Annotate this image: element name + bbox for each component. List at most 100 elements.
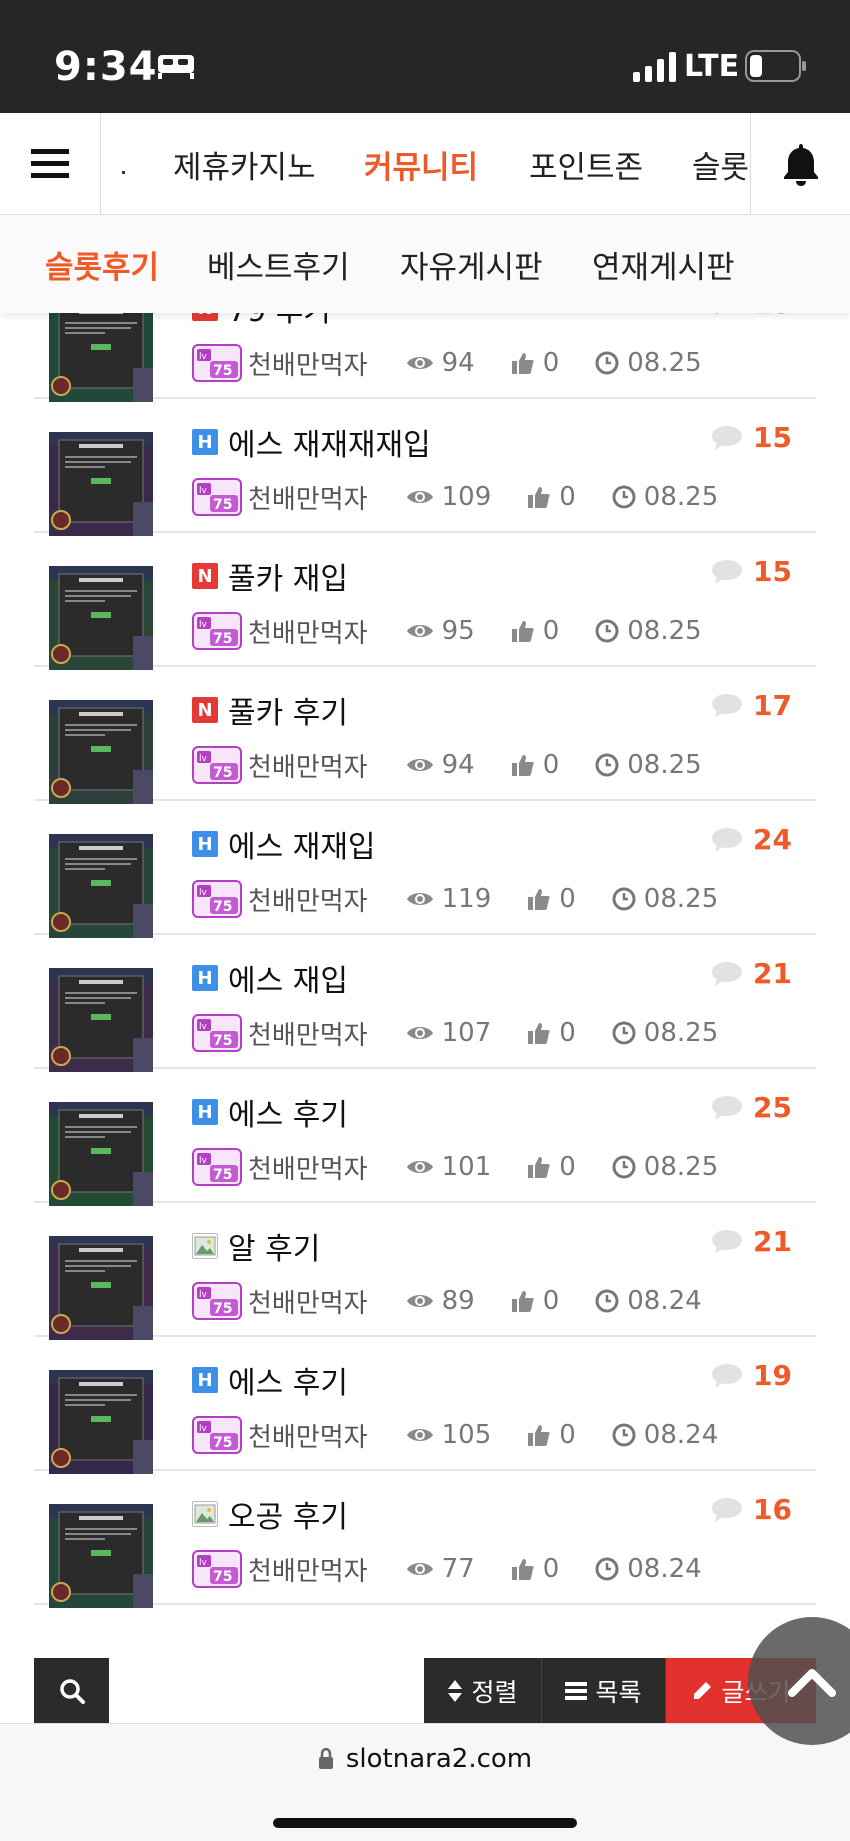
list-button[interactable]: 목록: [542, 1658, 666, 1723]
like-count: 0: [527, 1018, 576, 1048]
post-author[interactable]: 천배만먹자: [248, 1149, 368, 1186]
post-row[interactable]: N 풀카 재입 15 lv 75 천배만먹자 95 0 08.25: [34, 533, 816, 670]
eye-icon: [406, 625, 433, 637]
tab-free-board[interactable]: 자유게시판: [400, 242, 543, 287]
post-row[interactable]: 오공 후기 16 lv 75 천배만먹자 77 0 08.24: [34, 1471, 816, 1608]
view-count-value: 109: [441, 482, 492, 512]
svg-text:75: 75: [213, 1569, 232, 1585]
hot-badge-icon: H: [192, 1367, 218, 1393]
post-thumbnail[interactable]: [49, 298, 153, 402]
post-author[interactable]: 천배만먹자: [248, 747, 368, 784]
post-row[interactable]: N 풀카 후기 17 lv 75 천배만먹자 94 0 08.25: [34, 667, 816, 804]
post-row[interactable]: H 에스 후기 25 lv 75 천배만먹자 101 0 08.25: [34, 1069, 816, 1206]
browser-url-bar[interactable]: slotnara2.com: [0, 1723, 850, 1841]
post-thumbnail[interactable]: [49, 968, 153, 1072]
post-row[interactable]: 알 후기 21 lv 75 천배만먹자 89 0 08.24: [34, 1203, 816, 1340]
svg-text:75: 75: [213, 1167, 232, 1183]
search-button[interactable]: [34, 1658, 109, 1723]
post-thumbnail[interactable]: [49, 432, 153, 536]
post-title-wrap[interactable]: H 에스 재입: [192, 956, 348, 1000]
like-count: 0: [511, 1286, 560, 1316]
level-badge-icon: lv 75: [192, 344, 242, 382]
post-thumbnail[interactable]: [49, 1236, 153, 1340]
post-thumbnail[interactable]: [49, 700, 153, 804]
url-display[interactable]: slotnara2.com: [0, 1744, 850, 1774]
post-title-wrap[interactable]: N 풀카 재입: [192, 554, 348, 598]
post-thumbnail[interactable]: [49, 566, 153, 670]
thumbs-up-icon: [511, 755, 534, 776]
like-count-value: 0: [542, 1286, 560, 1316]
post-title-wrap[interactable]: N 풀카 후기: [192, 688, 348, 732]
notification-button[interactable]: [750, 113, 850, 214]
post-title-wrap[interactable]: 오공 후기: [192, 1492, 348, 1536]
nav-item-slot[interactable]: 슬롯: [692, 142, 749, 187]
clock-icon: [595, 1557, 619, 1581]
sort-button[interactable]: 정렬: [424, 1658, 542, 1723]
level-badge-icon: lv 75: [192, 1014, 242, 1052]
post-author[interactable]: 천배만먹자: [248, 1015, 368, 1052]
comment-count-value: 25: [753, 1091, 792, 1124]
network-type: LTE: [684, 49, 740, 84]
post-title-wrap[interactable]: 알 후기: [192, 1224, 320, 1268]
search-icon: [59, 1678, 85, 1704]
tab-best-review[interactable]: 베스트후기: [207, 242, 350, 287]
post-author[interactable]: 천배만먹자: [248, 881, 368, 918]
nav-scroll[interactable]: 제휴카지노 커뮤니티 포인트존 슬롯: [102, 113, 750, 214]
hot-badge-icon: H: [192, 429, 218, 455]
post-author[interactable]: 천배만먹자: [248, 479, 368, 516]
post-title-wrap[interactable]: H 에스 후기: [192, 1090, 348, 1134]
post-title[interactable]: 에스 재재재재입: [228, 420, 431, 464]
post-title[interactable]: 풀카 후기: [228, 688, 348, 732]
level-badge-icon: lv 75: [192, 1416, 242, 1454]
post-author[interactable]: 천배만먹자: [248, 1417, 368, 1454]
post-date: 08.25: [612, 884, 718, 914]
post-title[interactable]: 에스 후기: [228, 1090, 348, 1134]
post-title-wrap[interactable]: H 에스 후기: [192, 1358, 348, 1402]
comment-bubble-icon: [712, 961, 743, 986]
post-date: 08.25: [612, 1018, 718, 1048]
post-title[interactable]: 오공 후기: [228, 1492, 348, 1536]
post-author[interactable]: 천배만먹자: [248, 345, 368, 382]
view-count: 119: [406, 884, 491, 914]
post-row[interactable]: H 에스 후기 19 lv 75 천배만먹자 105 0 08.24: [34, 1337, 816, 1474]
post-author[interactable]: 천배만먹자: [248, 1283, 368, 1320]
menu-button[interactable]: [0, 113, 101, 214]
post-title-wrap[interactable]: H 에스 재재재재입: [192, 420, 431, 464]
post-author[interactable]: 천배만먹자: [248, 613, 368, 650]
post-title[interactable]: 에스 후기: [228, 1358, 348, 1402]
svg-text:75: 75: [213, 1033, 232, 1049]
like-count: 0: [511, 616, 559, 646]
tab-slot-review[interactable]: 슬롯후기: [45, 242, 159, 287]
nav-item-point-zone[interactable]: 포인트존: [529, 142, 643, 187]
post-thumbnail[interactable]: [49, 834, 153, 938]
like-count: 0: [511, 1554, 559, 1584]
svg-text:75: 75: [213, 1435, 232, 1451]
thumbs-up-icon: [511, 353, 534, 374]
view-count-value: 94: [441, 750, 475, 780]
post-title-wrap[interactable]: H 에스 재재입: [192, 822, 376, 866]
like-count: 0: [527, 1420, 576, 1450]
view-count-value: 89: [441, 1286, 475, 1316]
tab-serial-board[interactable]: 연재게시판: [592, 242, 735, 287]
nav-item-community[interactable]: 커뮤니티: [364, 142, 478, 187]
post-thumbnail[interactable]: [49, 1504, 153, 1608]
comment-count-value: 17: [753, 689, 792, 722]
post-title[interactable]: 에스 재입: [228, 956, 348, 1000]
post-meta: lv 75 천배만먹자 107 0 08.25: [192, 1013, 754, 1053]
comment-count: 19: [711, 1359, 792, 1392]
nav-item-partner-casino[interactable]: 제휴카지노: [173, 142, 316, 187]
post-row[interactable]: H 에스 재재재재입 15 lv 75 천배만먹자 109 0 08.25: [34, 399, 816, 536]
post-thumbnail[interactable]: [49, 1102, 153, 1206]
post-title[interactable]: 풀카 재입: [228, 554, 348, 598]
view-count: 94: [406, 750, 475, 780]
post-row[interactable]: H 에스 재입 21 lv 75 천배만먹자 107 0 08.25: [34, 935, 816, 1072]
post-thumbnail[interactable]: [49, 1370, 153, 1474]
svg-text:lv: lv: [199, 1558, 208, 1568]
comment-count-value: 16: [753, 1493, 792, 1526]
sleep-mode-icon: [158, 55, 194, 79]
post-author[interactable]: 천배만먹자: [248, 1551, 368, 1588]
post-title[interactable]: 에스 재재입: [228, 822, 376, 866]
post-title[interactable]: 알 후기: [228, 1224, 320, 1268]
post-row[interactable]: H 에스 재재입 24 lv 75 천배만먹자 119 0 08.25: [34, 801, 816, 938]
view-count: 101: [406, 1152, 491, 1182]
